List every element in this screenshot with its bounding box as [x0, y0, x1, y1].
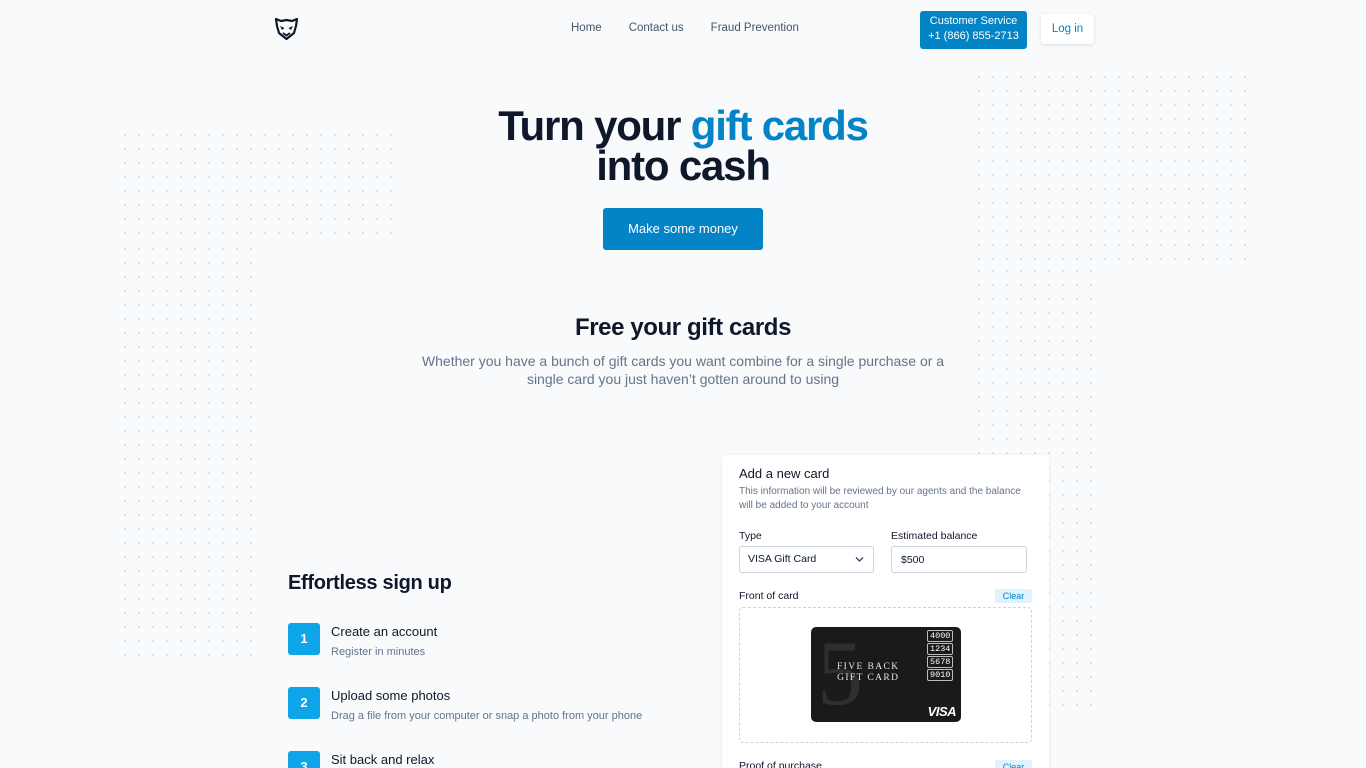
gift-card-numbers: 4000 1234 5678 9010 — [927, 630, 954, 682]
step-description: Register in minutes — [331, 646, 426, 658]
leopard-logo-icon[interactable] — [274, 16, 299, 41]
balance-label: Estimated balance — [891, 530, 978, 542]
step-title: Sit back and relax — [331, 752, 435, 767]
site-header: Home Contact us Fraud Prevention Custome… — [0, 0, 1366, 58]
hero-title: Turn your gift cards into cash — [0, 105, 1366, 189]
add-card-description: This information will be reviewed by our… — [739, 486, 1021, 511]
nav-fraud-prevention[interactable]: Fraud Prevention — [711, 22, 799, 34]
gift-card-name: FIVE BACK GIFT CARD — [837, 662, 900, 683]
nav-home[interactable]: Home — [571, 22, 602, 34]
front-card-dropzone[interactable]: 5 FIVE BACK GIFT CARD 4000 1234 5678 901… — [739, 607, 1032, 743]
main-nav: Home Contact us Fraud Prevention — [571, 22, 799, 34]
login-button[interactable]: Log in — [1041, 14, 1094, 44]
front-of-card-label: Front of card — [739, 590, 799, 602]
customer-service-phone: +1 (866) 855-2713 — [928, 30, 1019, 42]
clear-proof-button[interactable]: Clear — [995, 760, 1032, 768]
gift-card-image: 5 FIVE BACK GIFT CARD 4000 1234 5678 901… — [811, 627, 961, 722]
customer-service-button[interactable]: Customer Service +1 (866) 855-2713 — [920, 11, 1027, 49]
estimated-balance-input[interactable] — [891, 546, 1027, 573]
card-type-value: VISA Gift Card — [748, 553, 817, 565]
clear-front-button[interactable]: Clear — [995, 589, 1032, 603]
customer-service-label: Customer Service — [929, 15, 1018, 27]
step-title: Create an account — [331, 624, 438, 639]
features-title: Free your gift cards — [574, 314, 792, 341]
features-subtitle: Whether you have a bunch of gift cards y… — [421, 353, 945, 387]
add-card-form: Add a new card This information will be … — [722, 455, 1049, 768]
step-number-badge: 3 — [288, 751, 320, 768]
visa-logo-icon: VISA — [927, 704, 957, 719]
proof-of-purchase-label: Proof of purchase — [739, 760, 822, 768]
step-number-badge: 2 — [288, 687, 320, 719]
card-type-select[interactable]: VISA Gift Card — [739, 546, 874, 573]
hero-title-part2: into cash — [596, 142, 771, 189]
steps-title: Effortless sign up — [288, 572, 452, 594]
step-description: Drag a file from your computer or snap a… — [331, 710, 643, 722]
dot-pattern — [118, 242, 260, 658]
type-label: Type — [739, 530, 762, 542]
make-money-button[interactable]: Make some money — [603, 208, 763, 250]
step-title: Upload some photos — [331, 688, 451, 703]
step-number-badge: 1 — [288, 623, 320, 655]
nav-contact-us[interactable]: Contact us — [629, 22, 684, 34]
add-card-title: Add a new card — [739, 466, 830, 481]
chevron-down-icon — [855, 547, 864, 582]
